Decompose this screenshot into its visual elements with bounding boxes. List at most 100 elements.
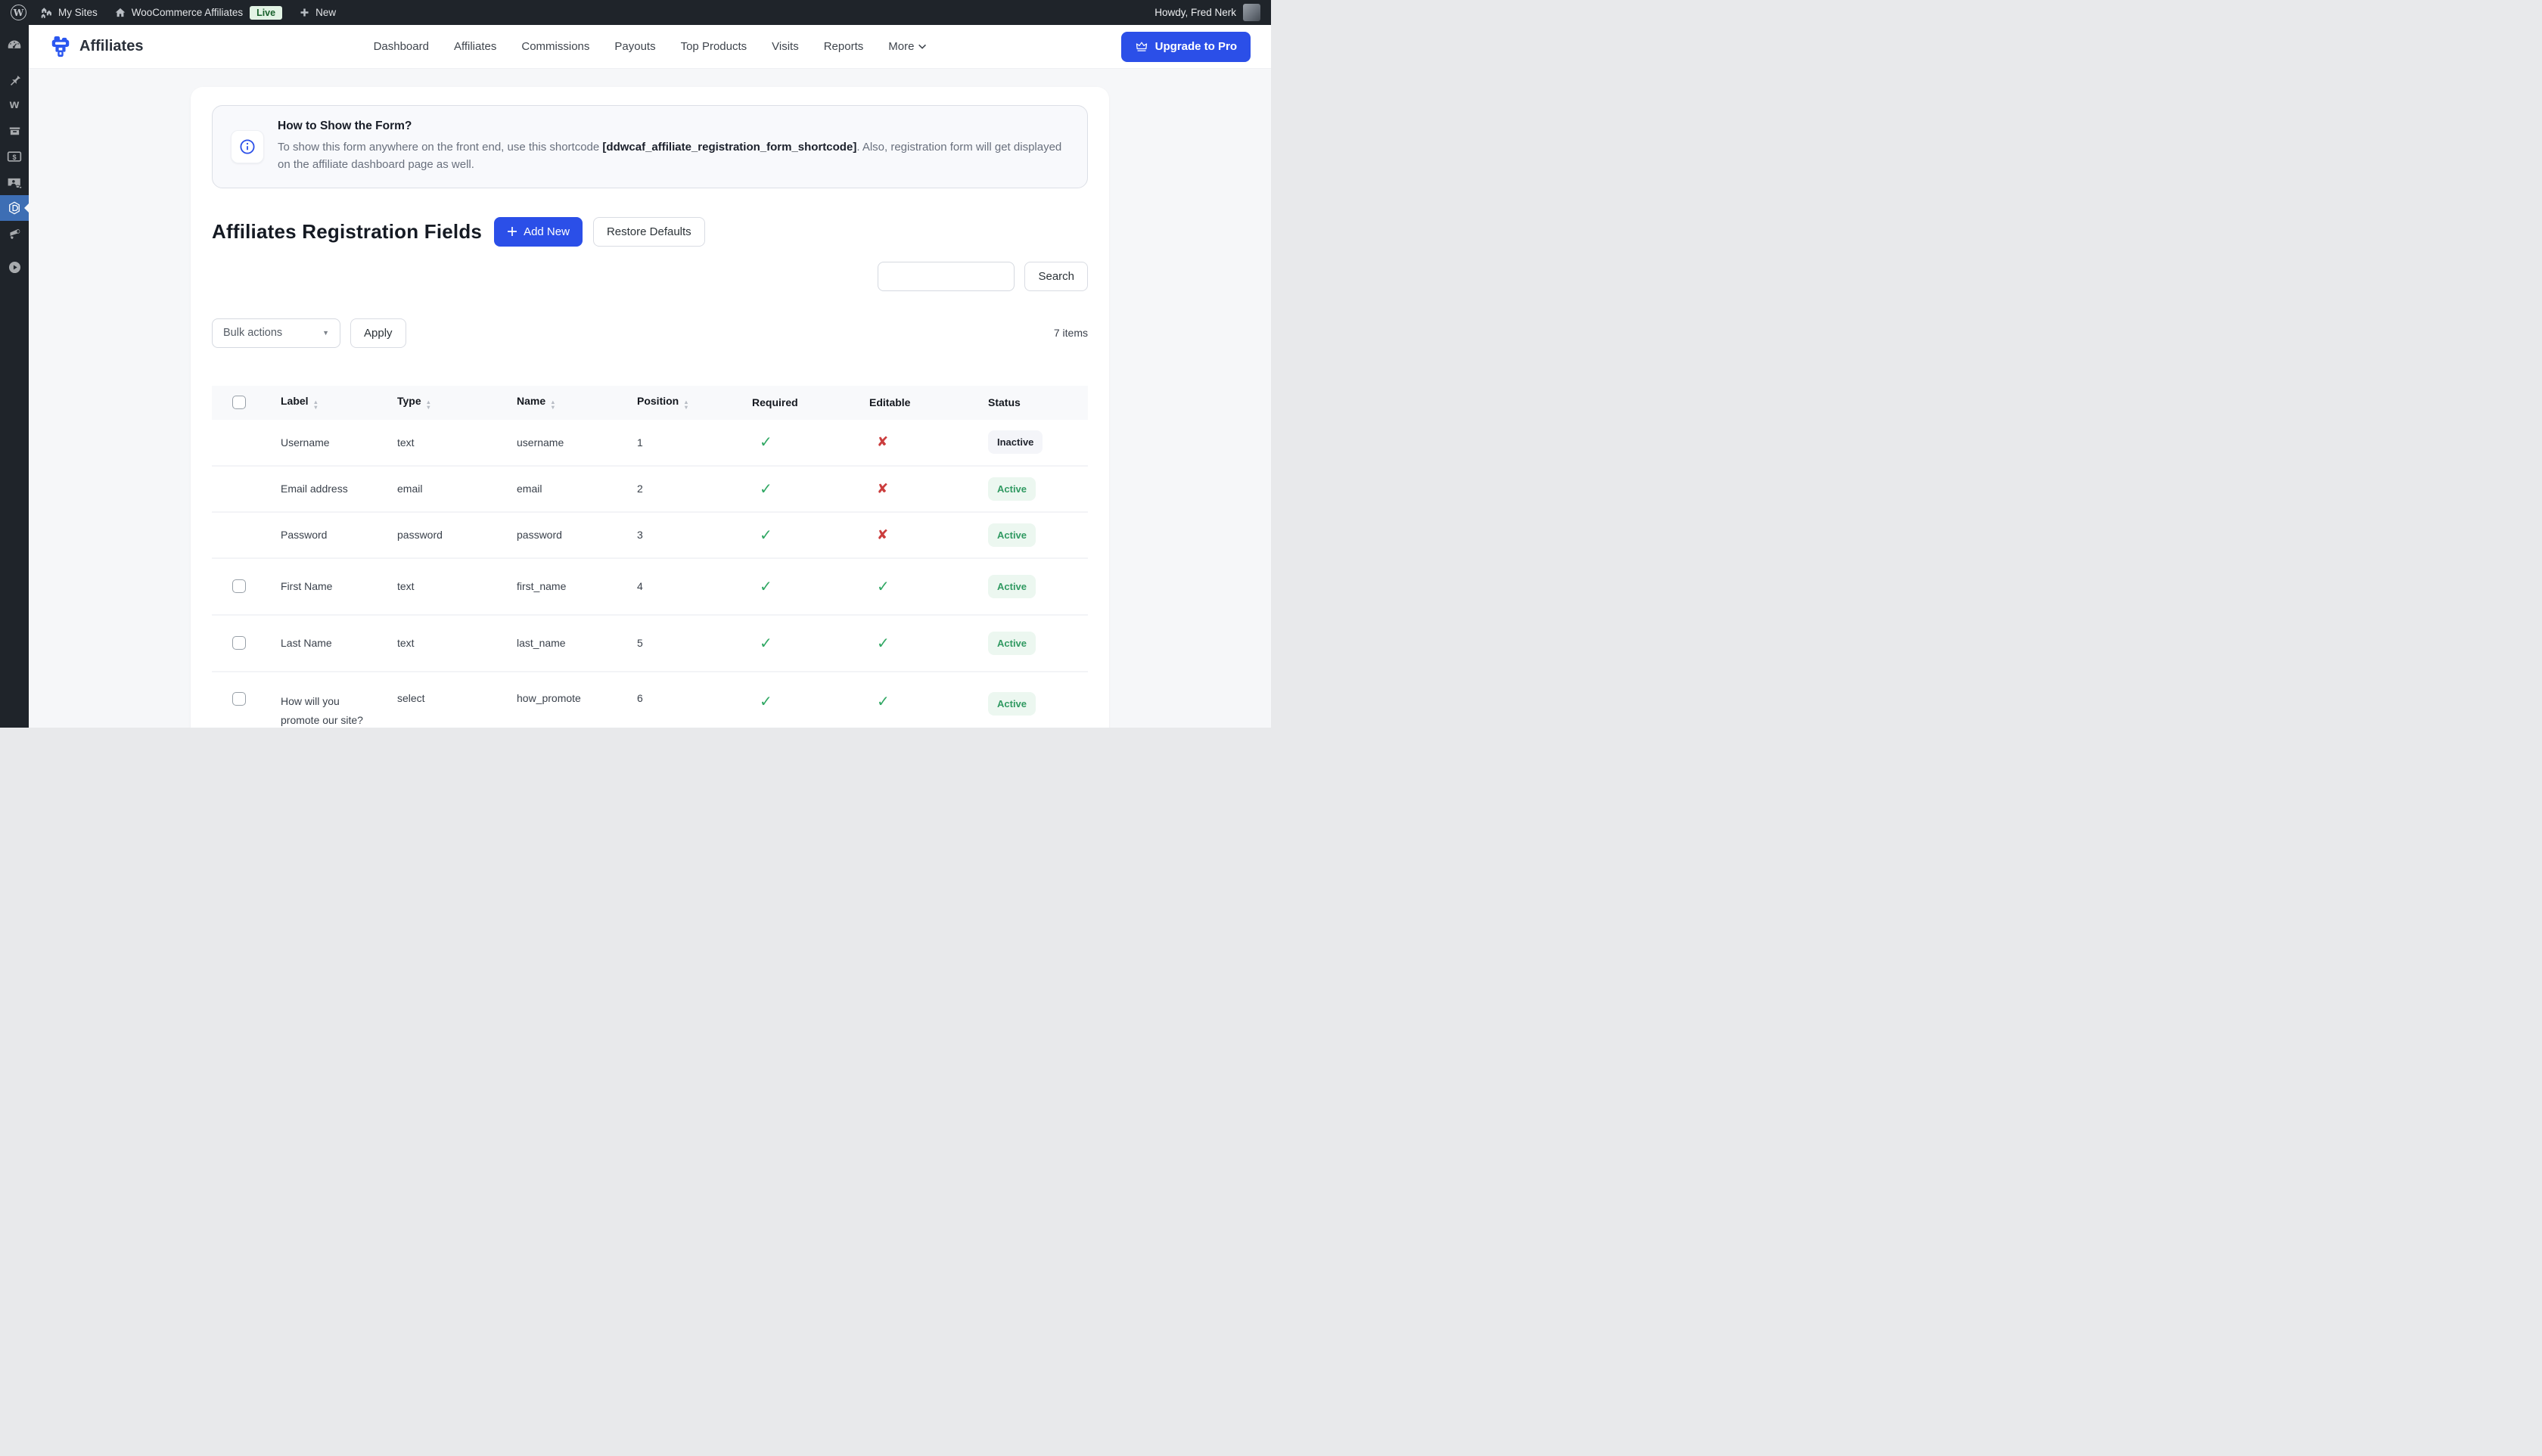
content-card: How to Show the Form? To show this form … [191,87,1109,728]
nav-visits[interactable]: Visits [772,40,799,53]
account-menu[interactable]: Howdy, Fred Nerk [1154,4,1260,21]
wordpress-menu[interactable]: W [11,5,26,20]
nav-reports[interactable]: Reports [824,40,864,53]
column-editable: Editable [869,386,988,420]
status-badge: Active [988,692,1036,716]
bulk-actions-select[interactable]: Bulk actions ▼ [212,318,340,348]
notice-title: How to Show the Form? [278,120,1069,133]
editable-cross-icon [877,481,888,497]
status-badge: Active [988,477,1036,501]
table-header-row: Label▲▼ Type▲▼ Name▲▼ Position▲▼ Require… [212,386,1088,420]
w-icon: w [10,99,19,111]
row-checkbox[interactable] [232,636,246,650]
table-row: How will you promote our site? select ho… [212,672,1088,728]
select-all-header [212,386,281,420]
column-type[interactable]: Type▲▼ [397,386,517,420]
sidebar-item-w[interactable]: w [0,92,29,118]
nav-more-label: More [888,40,914,53]
row-checkbox[interactable] [232,692,246,706]
nav-commissions[interactable]: Commissions [521,40,589,53]
column-required: Required [752,386,869,420]
column-status: Status [988,386,1088,420]
select-all-checkbox[interactable] [232,396,246,409]
sidebar-item-video[interactable] [0,254,29,280]
cell-type: text [397,420,517,466]
sidebar-item-payments[interactable]: $ [0,144,29,169]
notice-text: How to Show the Form? To show this form … [278,120,1069,174]
main-area: How to Show the Form? To show this form … [29,69,1271,728]
search-button[interactable]: Search [1024,262,1088,291]
brand-name: Affiliates [79,38,143,55]
plus-icon [299,7,310,18]
column-editable-text: Editable [869,396,910,408]
add-new-button[interactable]: Add New [494,217,583,247]
nav-more[interactable]: More [888,40,926,53]
cell-position: 6 [637,672,752,728]
megaphone-icon [7,227,22,241]
my-sites-link[interactable]: My Sites [40,7,98,19]
upgrade-label: Upgrade to Pro [1155,40,1237,53]
nav-dashboard[interactable]: Dashboard [374,40,429,53]
pin-icon [8,73,22,87]
site-link[interactable]: WooCommerce Affiliates Live [114,6,282,20]
add-new-label: Add New [524,225,570,238]
required-check-icon [760,480,772,498]
cell-type: email [397,466,517,512]
cell-name: email [517,466,637,512]
upgrade-to-pro-button[interactable]: Upgrade to Pro [1121,32,1251,62]
nav-top-products[interactable]: Top Products [681,40,747,53]
cell-position: 4 [637,558,752,615]
brand[interactable]: Affiliates [49,35,143,59]
cell-label: First Name [281,558,397,615]
nav-affiliates[interactable]: Affiliates [454,40,496,53]
dashboard-icon [7,39,22,54]
cell-position: 3 [637,512,752,558]
restore-defaults-button[interactable]: Restore Defaults [593,217,705,247]
cell-type: text [397,558,517,615]
sidebar-item-pinned[interactable] [0,67,29,92]
notice-shortcode: [ddwcaf_affiliate_registration_form_shor… [602,141,856,154]
title-row: Affiliates Registration Fields Add New R… [212,217,1088,247]
column-name[interactable]: Name▲▼ [517,386,637,420]
editable-cross-icon [877,527,888,543]
column-required-text: Required [752,396,798,408]
nav-payouts[interactable]: Payouts [614,40,655,53]
sidebar-item-marketing[interactable] [0,221,29,247]
cell-name: first_name [517,558,637,615]
sort-icon: ▲▼ [313,400,319,410]
main-nav: Dashboard Affiliates Commissions Payouts… [374,40,927,53]
column-position[interactable]: Position▲▼ [637,386,752,420]
site-name: WooCommerce Affiliates [132,7,243,18]
sidebar-item-archive[interactable] [0,118,29,144]
fields-table: Label▲▼ Type▲▼ Name▲▼ Position▲▼ Require… [212,386,1088,728]
sidebar-item-affiliates-plugin-active[interactable] [0,195,29,221]
new-content-link[interactable]: New [299,7,336,18]
required-check-icon [760,634,772,653]
sidebar-item-affiliate-profile[interactable] [0,169,29,195]
table-row: Username text username 1 Inactive [212,420,1088,466]
plus-icon [507,226,517,237]
info-icon [238,138,256,156]
apply-button[interactable]: Apply [350,318,406,348]
active-item-notch [24,203,29,213]
screen: W My Sites WooCommerce Affiliates Live N… [0,0,1271,728]
column-label-text: Label [281,395,309,407]
howdy-label: Howdy, Fred Nerk [1154,7,1236,18]
affiliate-card-icon [7,176,23,189]
cell-name: how_promote [517,672,637,728]
table-row: Password password password 3 Active [212,512,1088,558]
items-count: 7 items [1054,327,1088,339]
editable-check-icon [877,577,890,596]
column-position-text: Position [637,395,679,407]
sort-icon: ▲▼ [550,400,555,410]
table-row: Last Name text last_name 5 Active [212,615,1088,672]
sidebar-item-dashboard[interactable] [0,33,29,59]
cell-label: Email address [281,466,397,512]
search-input[interactable] [878,262,1015,291]
column-label[interactable]: Label ▲▼ [281,386,397,420]
row-checkbox[interactable] [232,579,246,593]
cell-position: 2 [637,466,752,512]
money-icon: $ [7,151,22,163]
cell-type: password [397,512,517,558]
home-icon [114,7,126,18]
